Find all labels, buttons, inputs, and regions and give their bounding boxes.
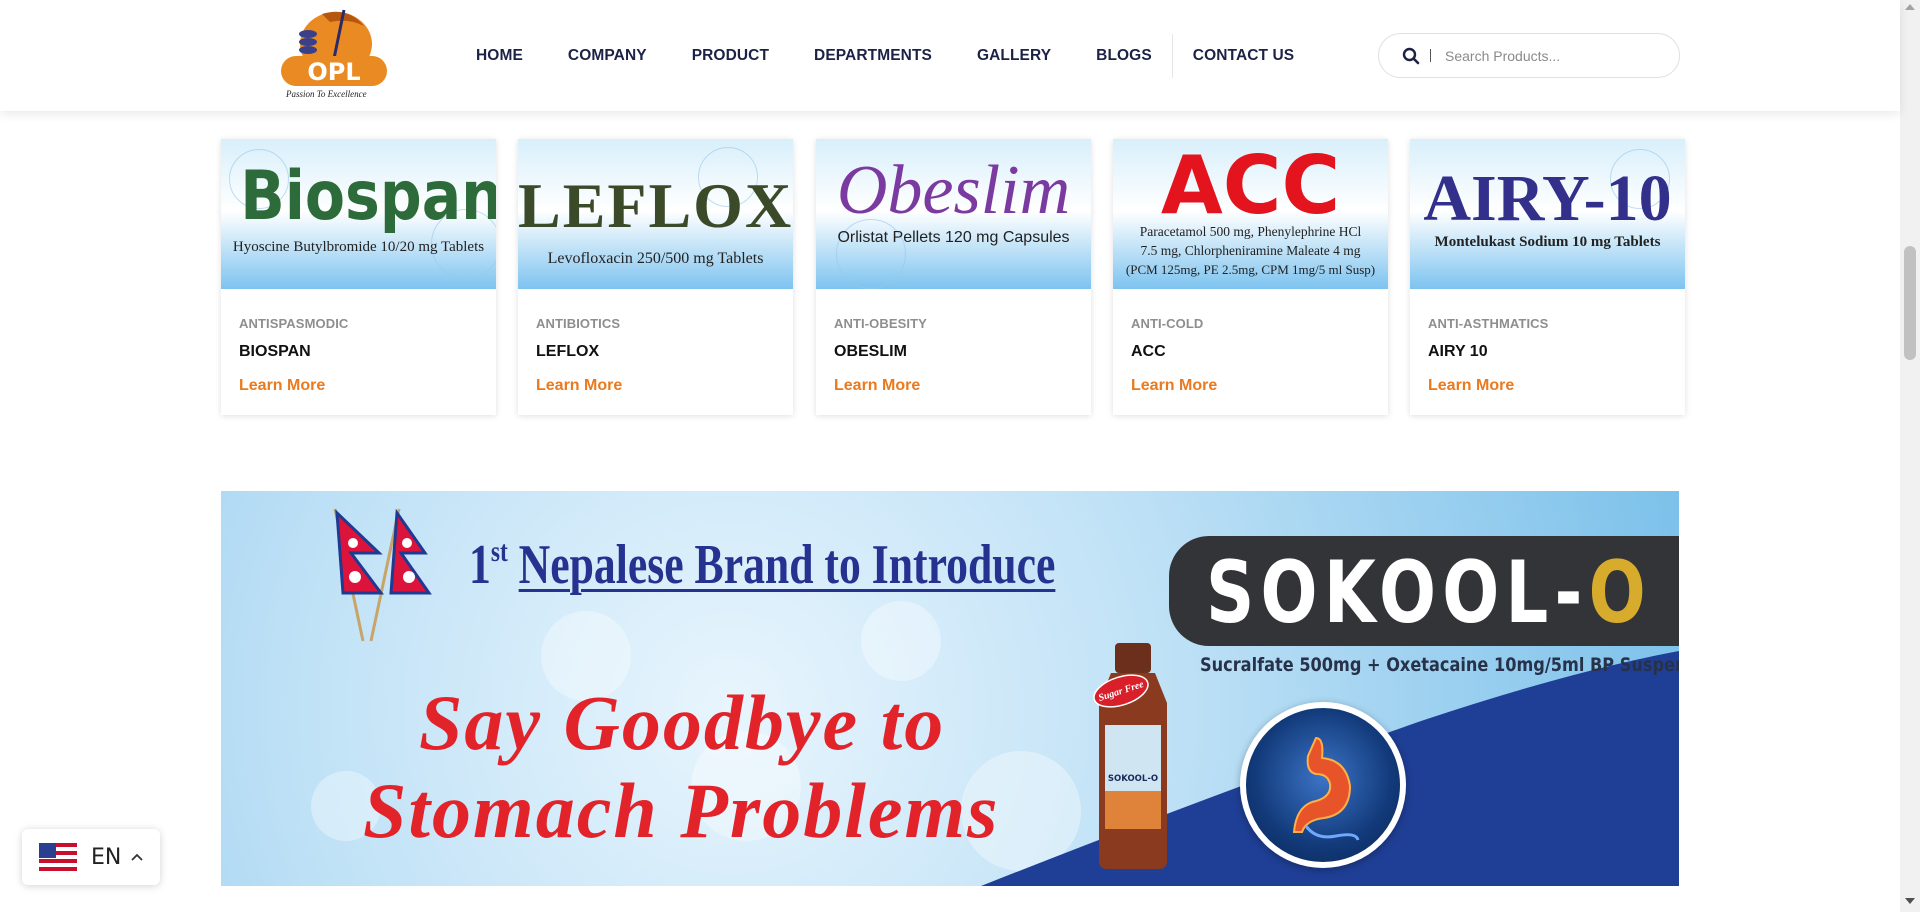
banner-slogan-line2: Stomach Problems	[363, 767, 1000, 854]
chevron-up-icon	[131, 853, 143, 861]
product-category: ANTI-COLD	[1131, 316, 1204, 331]
page-scrollbar[interactable]	[1900, 0, 1920, 912]
svg-text:OPL: OPL	[307, 58, 360, 86]
product-card-leflox[interactable]: LEFLOX Levofloxacin 250/500 mg Tablets A…	[518, 139, 793, 415]
headline-prefix: 1	[469, 534, 491, 596]
product-cards: Biospan Hyoscine Butylbromide 10/20 mg T…	[221, 139, 1685, 415]
stomach-illustration	[1240, 702, 1406, 868]
nav-departments[interactable]: DEPARTMENTS	[814, 47, 932, 65]
product-image[interactable]: Obeslim Orlistat Pellets 120 mg Capsules	[816, 139, 1091, 289]
product-caption: Montelukast Sodium 10 mg Tablets	[1434, 234, 1661, 250]
product-image[interactable]: ACC Paracetamol 500 mg, Phenylephrine HC…	[1113, 139, 1388, 289]
svg-text:SOKOOL-O: SOKOOL-O	[1108, 774, 1158, 784]
scrollbar-thumb[interactable]	[1904, 246, 1916, 360]
product-brand-text: ACC	[1160, 139, 1341, 232]
product-name-suffix: O	[1588, 543, 1652, 643]
product-category: ANTIBIOTICS	[536, 316, 621, 331]
scroll-up-arrow-icon[interactable]	[1905, 4, 1915, 10]
product-title[interactable]: ACC	[1131, 343, 1166, 361]
medicine-bottle-image: SOKOOL-O Sugar Free	[1093, 643, 1167, 869]
search-box[interactable]	[1378, 33, 1680, 78]
nav-blogs[interactable]: BLOGS	[1096, 47, 1152, 65]
logo-tagline: Passion To Excellence	[286, 89, 367, 99]
search-icon[interactable]	[1402, 47, 1420, 65]
product-brand-text: Biospan	[240, 157, 496, 236]
product-image[interactable]: LEFLOX Levofloxacin 250/500 mg Tablets	[518, 139, 793, 289]
learn-more-link[interactable]: Learn More	[1131, 377, 1217, 395]
nav-divider	[1171, 33, 1173, 78]
site-header: OPL Passion To Excellence HOME COMPANY P…	[0, 0, 1900, 111]
product-brand-text: AIRY-10	[1423, 162, 1672, 235]
headline-main: Nepalese Brand to Introduce	[518, 534, 1056, 596]
scroll-down-arrow-icon[interactable]	[1905, 898, 1915, 904]
learn-more-link[interactable]: Learn More	[239, 377, 325, 395]
banner-slogan-line1: Say Goodbye to	[419, 679, 946, 766]
product-caption: 7.5 mg, Chlorpheniramine Maleate 4 mg	[1140, 243, 1361, 258]
search-separator	[1430, 49, 1431, 62]
search-input[interactable]	[1445, 47, 1665, 64]
main-nav: HOME COMPANY PRODUCT DEPARTMENTS GALLERY…	[476, 0, 1294, 111]
sokool-o-banner[interactable]: 1st Nepalese Brand to Introduce SOKOOL-O…	[221, 491, 1679, 886]
product-title[interactable]: AIRY 10	[1428, 343, 1488, 361]
product-caption: Paracetamol 500 mg, Phenylephrine HCl	[1139, 224, 1362, 239]
product-image[interactable]: AIRY-10 Montelukast Sodium 10 mg Tablets	[1410, 139, 1685, 289]
learn-more-link[interactable]: Learn More	[1428, 377, 1514, 395]
stomach-icon	[1292, 736, 1360, 841]
product-category: ANTI-ASTHMATICS	[1428, 316, 1549, 331]
product-image[interactable]: Biospan Hyoscine Butylbromide 10/20 mg T…	[221, 139, 496, 289]
nav-company[interactable]: COMPANY	[568, 47, 647, 65]
product-caption: (PCM 125mg, PE 2.5mg, CPM 1mg/5 ml Susp)	[1125, 262, 1376, 277]
banner-headline: 1st Nepalese Brand to Introduce	[469, 533, 1055, 597]
language-code: EN	[91, 844, 122, 870]
product-brand-text: LEFLOX	[518, 170, 793, 241]
product-card-obeslim[interactable]: Obeslim Orlistat Pellets 120 mg Capsules…	[816, 139, 1091, 415]
product-name-main: SOKOOL-	[1206, 543, 1589, 643]
nav-gallery[interactable]: GALLERY	[977, 47, 1051, 65]
product-category: ANTI-OBESITY	[834, 316, 927, 331]
nav-product[interactable]: PRODUCT	[692, 47, 769, 65]
nav-home[interactable]: HOME	[476, 47, 523, 65]
product-title[interactable]: OBESLIM	[834, 343, 907, 361]
nav-contact-us[interactable]: CONTACT US	[1193, 47, 1294, 65]
product-card-biospan[interactable]: Biospan Hyoscine Butylbromide 10/20 mg T…	[221, 139, 496, 415]
product-caption: Levofloxacin 250/500 mg Tablets	[547, 250, 764, 267]
page: OPL Passion To Excellence HOME COMPANY P…	[0, 0, 1920, 912]
learn-more-link[interactable]: Learn More	[536, 377, 622, 395]
nepal-flags-icon	[333, 508, 432, 642]
product-title[interactable]: LEFLOX	[536, 343, 599, 361]
product-formula: Sucralfate 500mg + Oxetacaine 10mg/5ml B…	[1200, 654, 1679, 676]
language-switcher[interactable]: EN	[22, 829, 160, 885]
product-caption: Hyoscine Butylbromide 10/20 mg Tablets	[232, 239, 485, 255]
opl-logo[interactable]: OPL	[278, 8, 390, 102]
learn-more-link[interactable]: Learn More	[834, 377, 920, 395]
product-card-acc[interactable]: ACC Paracetamol 500 mg, Phenylephrine HC…	[1113, 139, 1388, 415]
product-name: SOKOOL-O	[1206, 543, 1652, 643]
us-flag-icon	[39, 843, 77, 871]
product-title[interactable]: BIOSPAN	[239, 343, 311, 361]
product-category: ANTISPASMODIC	[239, 316, 349, 331]
headline-sup: st	[490, 535, 508, 568]
product-card-airy-10[interactable]: AIRY-10 Montelukast Sodium 10 mg Tablets…	[1410, 139, 1685, 415]
product-brand-text: Obeslim	[836, 152, 1071, 229]
product-caption: Orlistat Pellets 120 mg Capsules	[837, 229, 1070, 246]
